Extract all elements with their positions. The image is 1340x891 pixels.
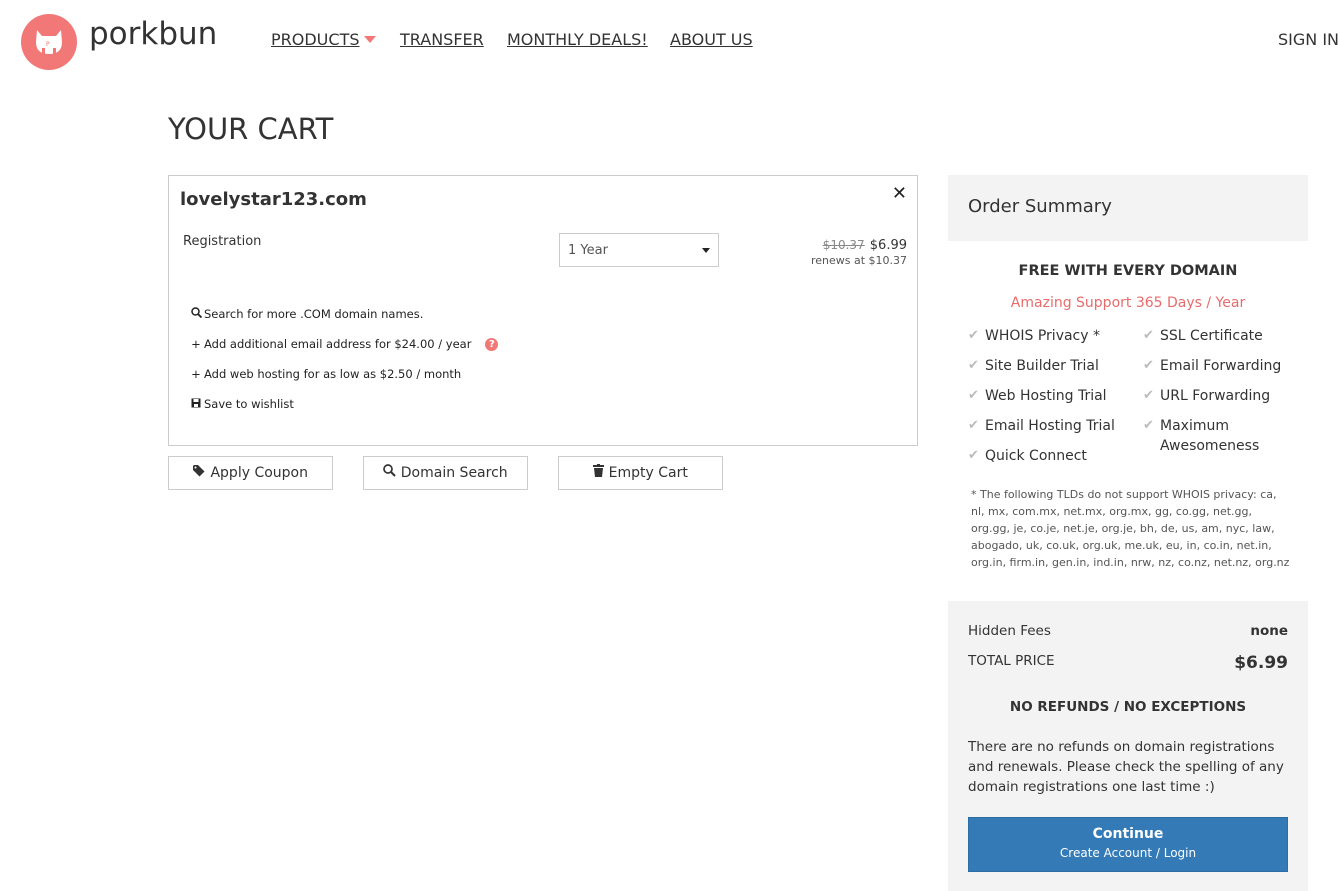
- logo[interactable]: P: [21, 14, 77, 70]
- search-more-label: Search for more .COM domain names.: [204, 307, 424, 321]
- save-wishlist-link[interactable]: Save to wishlist: [190, 397, 294, 411]
- hidden-fees-value: none: [1250, 623, 1288, 639]
- sign-in-link[interactable]: SIGN IN: [1278, 30, 1339, 49]
- apply-coupon-label: Apply Coupon: [210, 465, 308, 481]
- renewal-price: renews at $10.37: [810, 254, 907, 267]
- search-icon: [383, 464, 397, 481]
- feature-item: ✔ Web Hosting Trial: [968, 386, 1107, 406]
- help-icon[interactable]: ?: [485, 338, 499, 351]
- order-summary-title: Order Summary: [968, 196, 1112, 217]
- free-title: FREE WITH EVERY DOMAIN: [1018, 263, 1238, 279]
- feature-label: Quick Connect: [985, 448, 1087, 464]
- check-icon: ✔: [1143, 328, 1154, 343]
- feature-label: Maximum Awesomeness: [1160, 418, 1260, 454]
- pig-logo-icon: P: [36, 30, 62, 54]
- cart-item-domain: lovelystar123.com: [180, 189, 367, 210]
- page-title: YOUR CART: [168, 112, 334, 146]
- search-icon: [190, 307, 202, 321]
- hidden-fees-label: Hidden Fees: [968, 623, 1051, 639]
- nav-products[interactable]: PRODUCTS: [271, 30, 376, 49]
- new-price: $6.99: [869, 238, 907, 253]
- hidden-fees-row: Hidden Fees none: [968, 623, 1288, 639]
- logo-text[interactable]: porkbun: [89, 16, 217, 52]
- feature-item: ✔ Quick Connect: [968, 446, 1087, 466]
- add-email-label: Add additional email address for $24.00 …: [204, 337, 472, 351]
- refund-text: There are no refunds on domain registrat…: [968, 739, 1284, 795]
- domain-search-button[interactable]: Domain Search: [363, 456, 528, 490]
- check-icon: ✔: [1143, 418, 1154, 433]
- feature-label: SSL Certificate: [1160, 328, 1263, 344]
- save-wishlist-label: Save to wishlist: [204, 397, 294, 411]
- nav-about-us[interactable]: ABOUT US: [670, 30, 753, 49]
- feature-label: WHOIS Privacy *: [985, 328, 1100, 344]
- empty-cart-label: Empty Cart: [608, 465, 688, 481]
- check-icon: ✔: [968, 388, 979, 403]
- save-icon: [190, 397, 202, 411]
- total-value: $6.99: [1234, 653, 1288, 673]
- check-icon: ✔: [968, 328, 979, 343]
- add-hosting-link[interactable]: + Add web hosting for as low as $2.50 / m…: [190, 367, 461, 381]
- feature-label: Web Hosting Trial: [985, 388, 1107, 404]
- feature-item: ✔ Email Forwarding: [1143, 356, 1282, 376]
- continue-label: Continue: [1092, 826, 1164, 842]
- nav-transfer[interactable]: TRANSFER: [400, 30, 484, 49]
- registration-label: Registration: [183, 234, 262, 249]
- feature-label: Email Hosting Trial: [985, 418, 1115, 434]
- total-label: TOTAL PRICE: [968, 653, 1055, 669]
- tld-note: * The following TLDs do not support WHOI…: [971, 488, 1290, 569]
- check-icon: ✔: [968, 358, 979, 373]
- plus-icon: +: [191, 367, 201, 381]
- add-email-link[interactable]: + Add additional email address for $24.00…: [190, 337, 499, 351]
- check-icon: ✔: [968, 418, 979, 433]
- feature-item: ✔ WHOIS Privacy *: [968, 326, 1100, 346]
- term-select[interactable]: 1 Year: [559, 233, 719, 267]
- trash-icon: [593, 464, 605, 481]
- apply-coupon-button[interactable]: Apply Coupon: [168, 456, 333, 490]
- check-icon: ✔: [1143, 388, 1154, 403]
- nav-products-label: PRODUCTS: [271, 30, 360, 49]
- cart-item: lovelystar123.com ✕ Registration 1 Year …: [168, 175, 918, 446]
- feature-item: ✔ URL Forwarding: [1143, 386, 1271, 406]
- feature-label: Email Forwarding: [1160, 358, 1282, 374]
- feature-item: ✔ Email Hosting Trial: [968, 416, 1115, 436]
- close-icon[interactable]: ✕: [892, 183, 907, 204]
- feature-label: Site Builder Trial: [985, 358, 1099, 374]
- feature-label: URL Forwarding: [1160, 388, 1271, 404]
- empty-cart-button[interactable]: Empty Cart: [558, 456, 723, 490]
- price-block: $10.37 $6.99 renews at $10.37: [811, 234, 907, 267]
- chevron-down-icon: [702, 248, 710, 253]
- feature-item: ✔ SSL Certificate: [1143, 326, 1263, 346]
- plus-icon: +: [191, 337, 201, 351]
- caret-down-icon: [363, 36, 376, 43]
- old-price: $10.37: [822, 238, 865, 252]
- add-hosting-label: Add web hosting for as low as $2.50 / mo…: [204, 367, 462, 381]
- feature-item: ✔ Maximum Awesomeness: [1143, 416, 1280, 456]
- domain-search-label: Domain Search: [400, 465, 508, 481]
- price-panel: Hidden Fees none TOTAL PRICE $6.99 NO RE…: [948, 601, 1308, 891]
- tag-icon: [193, 465, 206, 481]
- nav-monthly-deals[interactable]: MONTHLY DEALS!: [507, 30, 648, 49]
- feature-item: ✔ Site Builder Trial: [968, 356, 1099, 376]
- check-icon: ✔: [968, 448, 979, 463]
- no-refunds-heading: NO REFUNDS / NO EXCEPTIONS: [1009, 699, 1247, 715]
- svg-text:P: P: [46, 41, 50, 48]
- search-more-link[interactable]: Search for more .COM domain names.: [190, 307, 423, 321]
- support-text: Amazing Support 365 Days / Year: [1010, 295, 1246, 311]
- continue-sublabel: Create Account / Login: [1059, 846, 1197, 860]
- order-summary-header: Order Summary: [948, 175, 1308, 241]
- check-icon: ✔: [1143, 358, 1154, 373]
- total-row: TOTAL PRICE $6.99: [968, 653, 1288, 673]
- continue-button[interactable]: Continue Create Account / Login: [968, 817, 1288, 872]
- term-select-value: 1 Year: [568, 243, 608, 258]
